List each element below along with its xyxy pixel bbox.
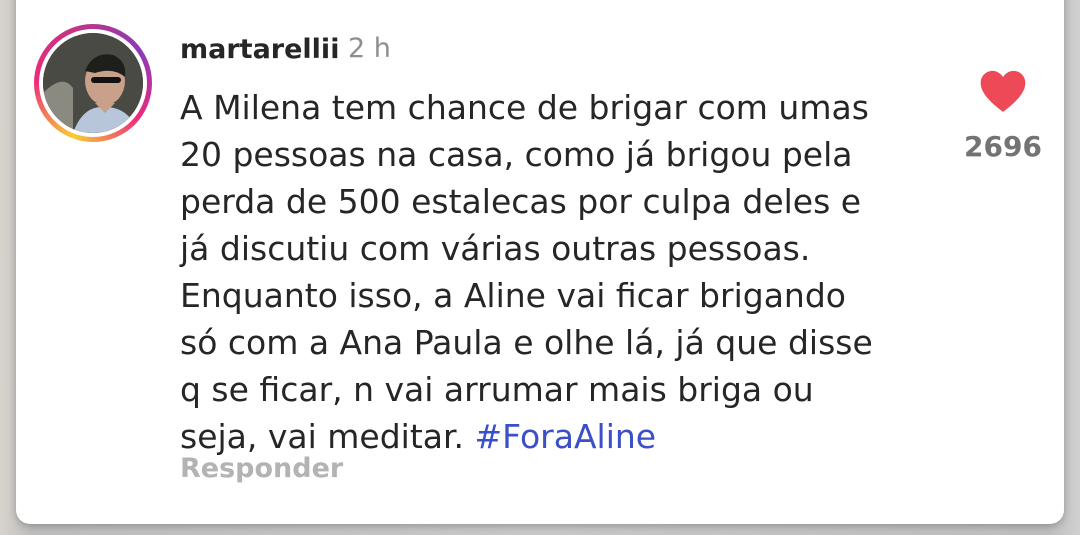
story-ring[interactable] [34,24,152,142]
like-count[interactable]: 2696 [956,130,1050,163]
username[interactable]: martarellii [180,34,339,65]
comment-text: A Milena tem chance de brigar com umas 2… [180,84,940,460]
hashtag-link[interactable]: #ForaAline [475,417,657,456]
avatar[interactable] [43,33,143,133]
heart-icon[interactable] [979,70,1027,114]
comment-line: seja, vai meditar. [180,417,465,456]
comment-line: 20 pessoas na casa, como já brigou pela [180,135,853,174]
comment-line: Enquanto isso, a Aline vai ficar brigand… [180,276,846,315]
comment-line: perda de 500 estalecas por culpa deles e [180,182,862,221]
comment-line: só com a Ana Paula e olhe lá, já que dis… [180,323,873,362]
comment-line: A Milena tem chance de brigar com umas [180,88,869,127]
timestamp: 2 h [348,33,391,64]
comment-line: q se ficar, n vai arrumar mais briga ou [180,370,814,409]
comment-line: já discutiu com várias outras pessoas. [180,229,811,268]
profile-photo-icon [43,33,143,133]
reply-button[interactable]: Responder [180,453,343,484]
